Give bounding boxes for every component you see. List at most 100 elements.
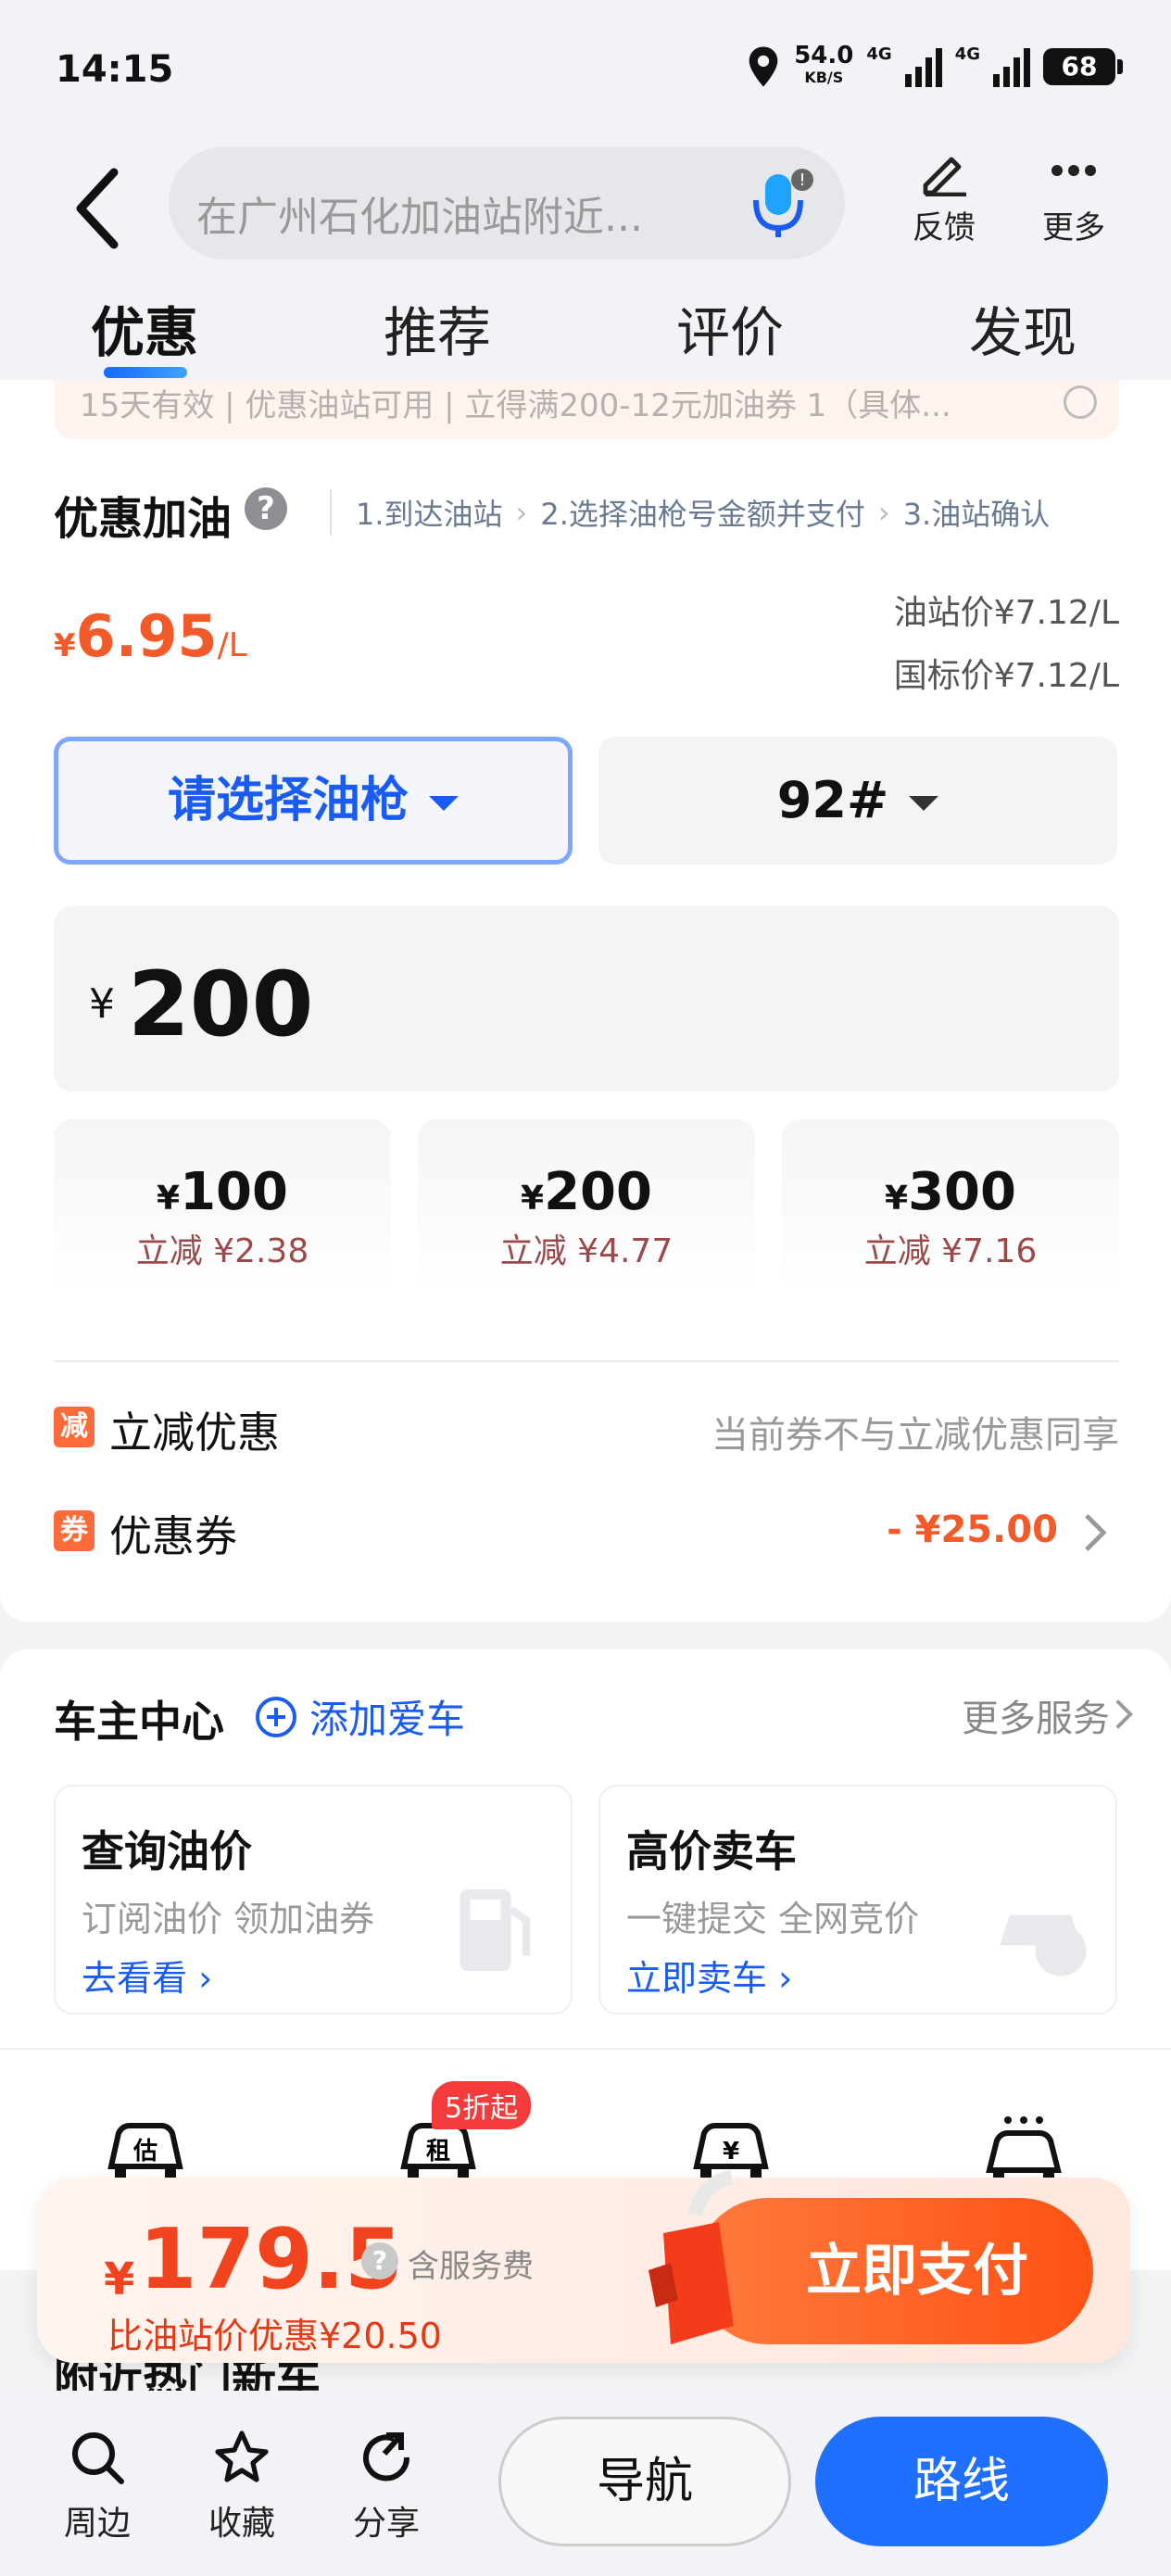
status-time: 14:15 — [56, 48, 174, 91]
service-title: 高价卖车 — [626, 1826, 797, 1876]
service-subtitle: 订阅油价 领加油券 — [82, 1899, 375, 1939]
status-icons: 54.0 KB/S 4G 4G 68 — [746, 42, 1123, 89]
step-3: 3.油站确认 — [902, 497, 1051, 532]
chevron-right-icon: › — [877, 495, 890, 530]
chevron-right-icon — [1115, 1699, 1134, 1729]
owner-center: 车主中心 添加爱车 更多服务 查询油价 订阅油价 领加油券 去看看 › 高价卖车… — [0, 1649, 1171, 2057]
search-placeholder: 在广州石化加油站附近... — [196, 194, 643, 241]
route-button[interactable]: 路线 — [815, 2417, 1108, 2546]
location-icon — [749, 46, 778, 87]
promo-notice[interactable]: 15天有效 | 优惠油站可用 | 立得满200-12元加油券 1（具体... — [54, 380, 1119, 439]
payment-bar: ¥ 179.5 ? 含服务费 比油站价优惠¥20.50 立即支付 — [37, 2170, 1130, 2363]
status-bar: 14:15 54.0 KB/S 4G 4G 68 — [0, 0, 1171, 139]
coupon-label: 优惠券 — [109, 1511, 237, 1561]
step-1: 1.到达油站 — [356, 497, 503, 532]
add-car-button[interactable]: 添加爱车 — [256, 1688, 465, 1745]
network-speed: 54.0 KB/S — [794, 42, 854, 86]
feedback-button[interactable]: 反馈 — [893, 148, 995, 247]
more-services-link[interactable]: 更多服务 — [962, 1688, 1110, 1742]
instant-discount-row: 减 立减优惠 当前券不与立减优惠同享 — [54, 1392, 1119, 1466]
discount-tag-icon: 减 — [54, 1407, 94, 1447]
fuel-pump-icon — [460, 1889, 531, 1971]
divider — [54, 1360, 1119, 1362]
help-icon[interactable]: ? — [245, 487, 287, 530]
amount-value: 200 — [128, 953, 314, 1056]
plus-circle-icon — [256, 1696, 296, 1737]
more-dots-icon — [1051, 165, 1096, 176]
amount-input[interactable]: ¥ 200 — [54, 906, 1119, 1092]
add-car-label: 添加爱车 — [309, 1697, 466, 1742]
service-subtitle: 一键提交 全网竞价 — [626, 1899, 920, 1939]
tab-reviews[interactable]: 评价 — [676, 289, 784, 367]
dropdown-arrow-icon — [909, 796, 939, 812]
service-card-sell-car[interactable]: 高价卖车 一键提交 全网竞价 立即卖车 › — [598, 1785, 1117, 2014]
tab-discover[interactable]: 发现 — [969, 289, 1077, 367]
discount-badge: 5折起 — [432, 2081, 532, 2129]
share-button[interactable]: 分享 — [335, 2428, 437, 2544]
station-price: 油站价¥7.12/L — [893, 594, 1119, 632]
discount-price: ¥6.95/L — [54, 602, 247, 670]
tab-discount[interactable]: 优惠 — [91, 289, 198, 367]
header: 在广州石化加油站附近... ! 反馈 更多 — [0, 139, 1171, 278]
bottom-bar: 周边 收藏 分享 导航 路线 — [0, 2391, 1171, 2576]
navigate-button[interactable]: 导航 — [498, 2417, 791, 2546]
voice-mic-icon[interactable]: ! — [743, 167, 817, 241]
sell-car-icon — [1000, 1914, 1087, 1976]
owner-center-title: 车主中心 — [54, 1697, 224, 1747]
search-input[interactable]: 在广州石化加油站附近... ! — [169, 146, 845, 259]
more-button[interactable]: 更多 — [1023, 148, 1125, 247]
service-card-oil-price[interactable]: 查询油价 订阅油价 领加油券 去看看 › — [54, 1785, 573, 2014]
more-label: 更多 — [1042, 209, 1105, 246]
svg-text:估: 估 — [132, 2138, 157, 2166]
edit-icon — [923, 157, 966, 196]
dropdown-arrow-icon — [429, 796, 459, 811]
search-icon — [72, 2432, 124, 2484]
step-2: 2.选择油枪号金额并支付 — [540, 497, 865, 532]
help-icon[interactable]: ? — [361, 2242, 398, 2279]
amount-option-300[interactable]: ¥300 立减 ¥7.16 — [782, 1119, 1119, 1295]
fuel-nozzle-icon — [648, 2170, 734, 2344]
coupon-row[interactable]: 券 优惠券 - ¥25.00 — [54, 1496, 1119, 1570]
national-price: 国标价¥7.12/L — [893, 657, 1119, 695]
chevron-right-icon — [1085, 1513, 1107, 1552]
fuel-card: 15天有效 | 优惠油站可用 | 立得满200-12元加油券 1（具体... 优… — [0, 380, 1171, 1622]
feedback-label: 反馈 — [913, 209, 976, 246]
network-type-1: 4G — [866, 44, 892, 64]
service-link[interactable]: 去看看 › — [82, 1950, 212, 2001]
svg-text:!: ! — [799, 170, 805, 190]
chevron-right-icon: › — [515, 495, 528, 530]
battery-icon: 68 — [1043, 48, 1123, 85]
instant-discount-note: 当前券不与立减优惠同享 — [711, 1414, 1119, 1457]
car-valuation-icon[interactable]: 估 — [104, 2111, 187, 2185]
back-icon[interactable] — [65, 167, 130, 250]
service-link[interactable]: 立即卖车 › — [626, 1950, 792, 2001]
car-wash-icon[interactable] — [982, 2111, 1065, 2185]
share-label: 分享 — [352, 2505, 420, 2543]
amount-option-100[interactable]: ¥100 立减 ¥2.38 — [54, 1119, 391, 1295]
step-guide: 1.到达油站 › 2.选择油枪号金额并支付 › 3.油站确认 — [330, 489, 1050, 536]
service-fee-note: 含服务费 — [408, 2248, 534, 2285]
favorite-button[interactable]: 收藏 — [191, 2428, 293, 2544]
around-label: 周边 — [63, 2505, 131, 2543]
gun-select-dropdown[interactable]: 请选择油枪 — [54, 737, 573, 865]
gun-select-label: 请选择油枪 — [167, 773, 409, 828]
saving-text: 比油站价优惠¥20.50 — [107, 2316, 442, 2356]
amount-option-200[interactable]: ¥200 立减 ¥4.77 — [418, 1119, 755, 1295]
fuel-type-label: 92# — [776, 771, 889, 829]
service-title: 查询油价 — [82, 1826, 252, 1876]
share-icon — [363, 2432, 410, 2481]
tab-bar: 优惠 推荐 评价 发现 — [0, 278, 1171, 380]
info-icon[interactable] — [1064, 385, 1097, 419]
around-button[interactable]: 周边 — [46, 2428, 148, 2544]
svg-text:租: 租 — [426, 2138, 450, 2166]
fuel-type-dropdown[interactable]: 92# — [598, 737, 1117, 865]
amount-currency: ¥ — [89, 980, 115, 1028]
signal-icon-2 — [993, 46, 1030, 87]
promo-notice-text: 15天有效 | 优惠油站可用 | 立得满200-12元加油券 1（具体... — [80, 387, 951, 424]
pay-currency: ¥ — [104, 2254, 135, 2305]
instant-discount-label: 立减优惠 — [109, 1408, 280, 1458]
favorite-label: 收藏 — [208, 2505, 275, 2543]
network-type-2: 4G — [954, 44, 980, 64]
coupon-tag-icon: 券 — [54, 1510, 94, 1551]
tab-recommend[interactable]: 推荐 — [384, 289, 491, 367]
